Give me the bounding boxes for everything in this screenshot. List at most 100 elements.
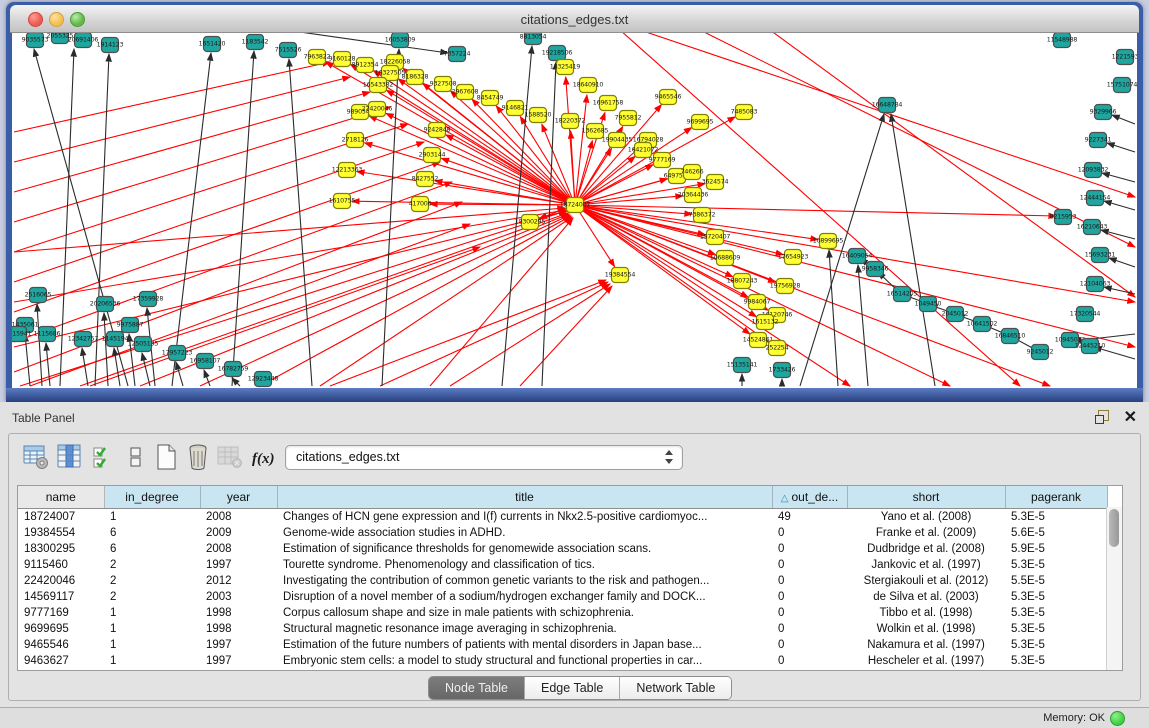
network-node-yellow[interactable]: 9699695	[687, 115, 714, 130]
column-header-name[interactable]: name	[18, 486, 104, 509]
network-node-teal[interactable]: 8215953	[1050, 210, 1077, 225]
table-cell[interactable]: 1997	[200, 637, 277, 653]
table-row[interactable]: 1938455462009Genome-wide association stu…	[18, 525, 1107, 541]
scrollbar-thumb[interactable]	[1109, 509, 1119, 547]
table-cell[interactable]: 14569117	[18, 589, 104, 605]
table-cell[interactable]: 5.3E-5	[1005, 509, 1107, 526]
window-title-bar[interactable]: citations_edges.txt	[10, 5, 1139, 33]
network-node-teal[interactable]: 1183542	[242, 35, 269, 50]
table-cell[interactable]: 1	[104, 637, 200, 653]
network-node-teal[interactable]: 11548988	[1047, 33, 1078, 48]
table-cell[interactable]: 2	[104, 557, 200, 573]
network-node-teal[interactable]: 12342757	[68, 332, 99, 347]
table-cell[interactable]: 5.3E-5	[1005, 605, 1107, 621]
close-icon[interactable]: ✕	[1124, 407, 1137, 427]
table-cell[interactable]: 2012	[200, 573, 277, 589]
table-row[interactable]: 946554611997Estimation of the future num…	[18, 637, 1107, 653]
tab-network-table[interactable]: Network Table	[620, 677, 731, 699]
network-node-teal[interactable]: 8813054	[520, 33, 547, 45]
tab-node-table[interactable]: Node Table	[429, 677, 525, 699]
table-cell[interactable]: 18724007	[18, 509, 104, 526]
table-cell[interactable]: Dudbridge et al. (2008)	[847, 541, 1005, 557]
table-cell[interactable]: 18300295	[18, 541, 104, 557]
network-node-teal[interactable]: 1221593	[1112, 50, 1137, 65]
network-node-teal[interactable]: 12505135	[128, 337, 159, 352]
network-node-yellow[interactable]: 16961758	[593, 96, 624, 111]
network-node-yellow[interactable]: 417006	[409, 197, 432, 212]
table-cell[interactable]: 5.3E-5	[1005, 637, 1107, 653]
column-checklist-icon[interactable]	[89, 442, 119, 472]
network-node-yellow[interactable]: 20364436	[678, 188, 709, 203]
table-cell[interactable]: Jankovic et al. (1997)	[847, 557, 1005, 573]
table-row[interactable]: 2242004622012Investigating the contribut…	[18, 573, 1107, 589]
network-node-teal[interactable]: 7515526	[275, 43, 302, 58]
network-node-yellow[interactable]: 8186328	[402, 70, 429, 85]
table-cell[interactable]: Estimation of significance thresholds fo…	[277, 541, 772, 557]
network-node-yellow[interactable]: 9465546	[655, 90, 682, 105]
table-cell[interactable]: Estimation of the future numbers of pati…	[277, 637, 772, 653]
table-cell[interactable]: Yano et al. (2008)	[847, 509, 1005, 526]
network-node-teal[interactable]: 16514205	[887, 287, 918, 302]
network-node-teal[interactable]: 9227341	[1085, 133, 1112, 148]
table-cell[interactable]: 1998	[200, 621, 277, 637]
table-cell[interactable]: 0	[772, 621, 847, 637]
network-node-yellow[interactable]: 1588520	[525, 108, 552, 123]
network-node-yellow[interactable]: 7955812	[615, 111, 642, 126]
column-header-title[interactable]: title	[277, 486, 772, 509]
network-node-teal[interactable]: 1049450	[915, 297, 942, 312]
network-node-yellow[interactable]: 252254	[766, 341, 789, 356]
network-node-yellow[interactable]: 18220372	[555, 114, 586, 129]
table-cell[interactable]: 2003	[200, 589, 277, 605]
network-node-yellow[interactable]: 19384554	[605, 268, 636, 283]
network-node-yellow[interactable]: 746266	[681, 165, 704, 180]
network-node-yellow[interactable]: 17654923	[778, 250, 809, 265]
table-cell[interactable]: 2008	[200, 541, 277, 557]
network-node-teal[interactable]: 20206536	[90, 297, 121, 312]
table-cell[interactable]: 5.3E-5	[1005, 557, 1107, 573]
table-cell[interactable]: 9777169	[18, 605, 104, 621]
table-cell[interactable]: 0	[772, 557, 847, 573]
column-header-out_de[interactable]: △out_de...	[772, 486, 847, 509]
table-cell[interactable]: 2	[104, 589, 200, 605]
table-cell[interactable]: Wolkin et al. (1998)	[847, 621, 1005, 637]
table-cell[interactable]: 5.6E-5	[1005, 525, 1107, 541]
network-node-yellow[interactable]: 19904435	[602, 133, 633, 148]
table-selector-dropdown[interactable]: citations_edges.txt	[285, 445, 683, 470]
table-cell[interactable]: Corpus callosum shape and size in male p…	[277, 605, 772, 621]
table-cell[interactable]: 5.5E-5	[1005, 573, 1107, 589]
table-cell[interactable]: 22420046	[18, 573, 104, 589]
network-node-teal[interactable]: 15693231	[1085, 248, 1116, 263]
network-node-teal[interactable]: 9975887	[117, 318, 144, 333]
table-cell[interactable]: 6	[104, 541, 200, 557]
table-row[interactable]: 1456911722003Disruption of a novel membe…	[18, 589, 1107, 605]
network-node-yellow[interactable]: 18640910	[573, 78, 604, 93]
table-cell[interactable]: 2009	[200, 525, 277, 541]
table-cell[interactable]: Structural magnetic resonance image aver…	[277, 621, 772, 637]
table-cell[interactable]: 1	[104, 605, 200, 621]
network-node-yellow[interactable]: 8454749	[477, 91, 504, 106]
network-node-teal[interactable]: 12444154	[1080, 191, 1111, 206]
new-column-icon[interactable]	[151, 442, 181, 472]
table-cell[interactable]: de Silva et al. (2003)	[847, 589, 1005, 605]
function-builder-icon[interactable]: f(x)	[249, 442, 279, 472]
network-node-teal[interactable]: 1733426	[769, 363, 796, 378]
table-cell[interactable]: 0	[772, 653, 847, 669]
table-cell[interactable]: Hescheler et al. (1997)	[847, 653, 1005, 669]
network-node-yellow[interactable]: 7386372	[689, 208, 716, 223]
network-node-yellow[interactable]: 15720407	[700, 230, 731, 245]
table-column-icon[interactable]	[55, 442, 85, 472]
table-cell[interactable]: 19384554	[18, 525, 104, 541]
table-cell[interactable]: 1998	[200, 605, 277, 621]
network-node-teal[interactable]: 1651420	[199, 37, 226, 52]
table-cell[interactable]: Embryonic stem cells: a model to study s…	[277, 653, 772, 669]
table-settings-icon[interactable]	[21, 442, 51, 472]
network-view-canvas[interactable]: 9035573205532520691406191412316514201183…	[12, 33, 1137, 388]
table-cell[interactable]: Nakamura et al. (1997)	[847, 637, 1005, 653]
network-node-yellow[interactable]: 1610755	[329, 194, 356, 209]
network-node-teal[interactable]: 1914123	[97, 38, 124, 53]
table-cell[interactable]: 6	[104, 525, 200, 541]
table-cell[interactable]: 1	[104, 509, 200, 526]
network-node-yellow[interactable]: 3624574	[702, 175, 729, 190]
network-node-yellow[interactable]: 18325419	[550, 60, 581, 75]
network-node-teal[interactable]: 16782759	[218, 362, 249, 377]
